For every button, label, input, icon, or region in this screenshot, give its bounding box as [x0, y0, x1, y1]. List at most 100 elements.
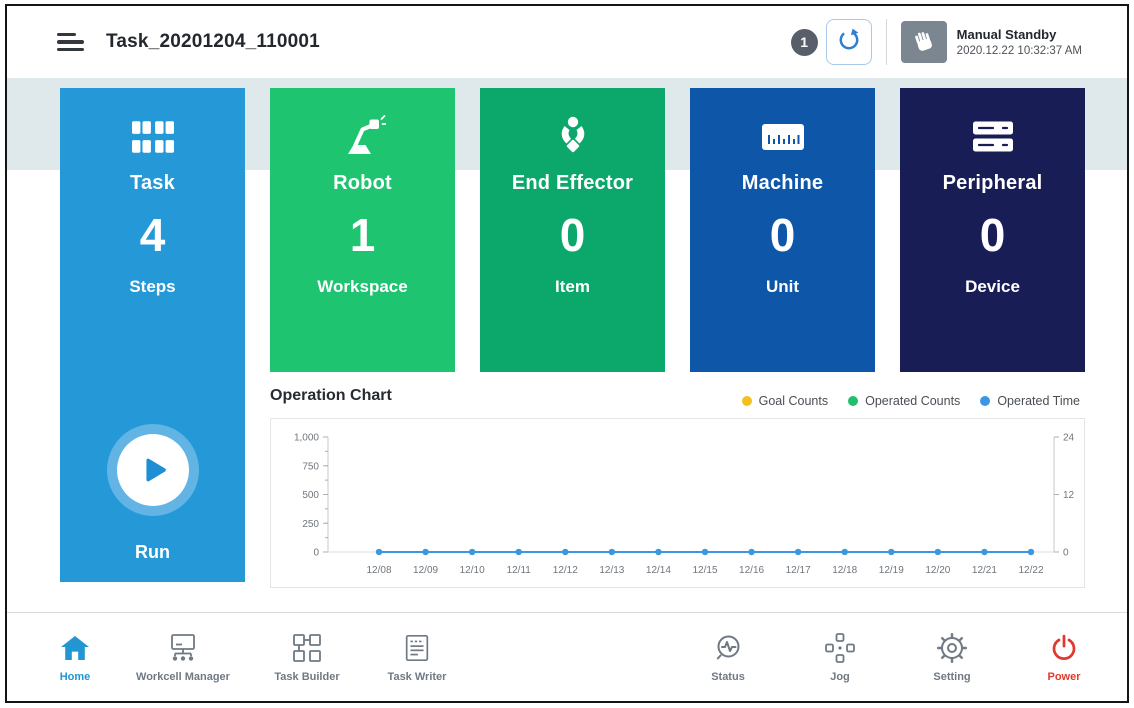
machine-card-label: Machine	[742, 172, 823, 195]
menu-icon[interactable]	[57, 33, 84, 52]
svg-text:750: 750	[302, 461, 319, 472]
legend-operated-counts: Operated Counts	[848, 394, 960, 408]
svg-text:12/11: 12/11	[507, 565, 532, 576]
svg-text:12/16: 12/16	[739, 565, 764, 576]
nav-workcell-manager[interactable]: Workcell Manager	[123, 632, 243, 683]
end-effector-card-value: 0	[560, 209, 586, 261]
svg-text:12/08: 12/08	[366, 565, 391, 576]
nav-task-builder-label: Task Builder	[274, 671, 339, 683]
nav-status[interactable]: Status	[693, 632, 763, 683]
machine-card-value: 0	[770, 209, 796, 261]
svg-text:12/10: 12/10	[460, 565, 485, 576]
task-card-value: 4	[140, 209, 166, 261]
nav-setting[interactable]: Setting	[917, 632, 987, 683]
svg-text:500: 500	[302, 490, 319, 501]
legend-operated-time: Operated Time	[980, 394, 1080, 408]
nav-workcell-manager-label: Workcell Manager	[136, 671, 230, 683]
manual-mode-button[interactable]	[901, 21, 947, 63]
nav-power[interactable]: Power	[1029, 632, 1099, 683]
chart-legend: Goal Counts Operated Counts Operated Tim…	[742, 394, 1080, 408]
gripper-icon	[551, 114, 595, 160]
end-effector-card-unit: Item	[555, 277, 590, 297]
robot-card-value: 1	[350, 209, 376, 261]
header-divider	[886, 19, 887, 65]
svg-text:12/22: 12/22	[1018, 565, 1043, 576]
operation-chart-title: Operation Chart	[270, 387, 392, 405]
peripheral-icon	[970, 114, 1016, 160]
nav-power-label: Power	[1047, 671, 1080, 683]
nav-group-left: Home Workcell Manager	[45, 632, 463, 683]
svg-text:12/09: 12/09	[413, 565, 438, 576]
power-icon	[1049, 632, 1079, 664]
robot-card-unit: Workspace	[317, 277, 407, 297]
nav-status-label: Status	[711, 671, 745, 683]
task-card-label: Task	[130, 172, 175, 195]
svg-text:250: 250	[302, 519, 319, 530]
run-button[interactable]	[117, 434, 189, 506]
card-task[interactable]: Task 4 Steps Run	[60, 88, 245, 582]
svg-text:12/19: 12/19	[879, 565, 904, 576]
run-label: Run	[60, 542, 245, 563]
task-builder-icon	[291, 632, 323, 664]
nav-task-builder[interactable]: Task Builder	[261, 632, 353, 683]
end-effector-card-label: End Effector	[512, 172, 633, 195]
svg-text:12/17: 12/17	[786, 565, 811, 576]
svg-text:0: 0	[1063, 548, 1069, 559]
play-icon	[139, 454, 171, 486]
svg-text:12/13: 12/13	[599, 565, 624, 576]
gear-icon	[936, 632, 968, 664]
card-robot[interactable]: Robot 1 Workspace	[270, 88, 455, 372]
status-timestamp: 2020.12.22 10:32:37 AM	[957, 45, 1082, 57]
robot-mode-label: Manual Standby	[957, 27, 1082, 42]
card-machine[interactable]: Machine 0 Unit	[690, 88, 875, 372]
task-card-unit: Steps	[129, 277, 175, 297]
task-title: Task_20201204_110001	[106, 31, 320, 53]
goal-counts-dot-icon	[742, 396, 752, 406]
nav-home[interactable]: Home	[45, 632, 105, 683]
header-right: 1	[791, 6, 1082, 78]
operated-counts-dot-icon	[848, 396, 858, 406]
svg-text:12/21: 12/21	[972, 565, 997, 576]
app-window: Task_20201204_110001 1	[5, 4, 1129, 703]
nav-group-right: Status Jog	[693, 632, 1099, 683]
status-icon	[712, 632, 744, 664]
svg-text:0: 0	[313, 548, 319, 559]
goal-counts-label: Goal Counts	[759, 394, 828, 408]
peripheral-card-value: 0	[980, 209, 1006, 261]
svg-text:12/20: 12/20	[925, 565, 950, 576]
loop-count-badge: 1	[791, 29, 818, 56]
operated-counts-label: Operated Counts	[865, 394, 960, 408]
svg-text:12/14: 12/14	[646, 565, 671, 576]
robot-card-label: Robot	[333, 172, 392, 195]
repeat-icon	[836, 27, 862, 58]
nav-task-writer-label: Task Writer	[388, 671, 447, 683]
nav-home-label: Home	[60, 671, 91, 683]
nav-setting-label: Setting	[933, 671, 970, 683]
nav-task-writer[interactable]: Task Writer	[371, 632, 463, 683]
nav-jog[interactable]: Jog	[805, 632, 875, 683]
robot-status: Manual Standby 2020.12.22 10:32:37 AM	[957, 27, 1082, 57]
svg-text:12/18: 12/18	[832, 565, 857, 576]
peripheral-card-label: Peripheral	[943, 172, 1043, 195]
peripheral-card-unit: Device	[965, 277, 1020, 297]
nav-jog-label: Jog	[830, 671, 850, 683]
home-icon	[60, 632, 90, 664]
legend-goal-counts: Goal Counts	[742, 394, 828, 408]
operation-chart: 02505007501,0000122412/0812/0912/1012/11…	[270, 418, 1085, 588]
svg-text:12: 12	[1063, 490, 1075, 501]
header: Task_20201204_110001 1	[7, 6, 1127, 78]
card-peripheral[interactable]: Peripheral 0 Device	[900, 88, 1085, 372]
task-writer-icon	[402, 632, 432, 664]
repeat-button[interactable]	[826, 19, 872, 65]
svg-text:12/12: 12/12	[553, 565, 578, 576]
svg-text:1,000: 1,000	[294, 433, 319, 444]
hand-icon	[907, 26, 940, 59]
operated-time-label: Operated Time	[997, 394, 1080, 408]
workcell-manager-icon	[166, 632, 200, 664]
svg-text:12/15: 12/15	[692, 565, 717, 576]
robot-arm-icon	[340, 114, 386, 160]
operated-time-dot-icon	[980, 396, 990, 406]
machine-card-unit: Unit	[766, 277, 799, 297]
jog-icon	[824, 632, 856, 664]
card-end-effector[interactable]: End Effector 0 Item	[480, 88, 665, 372]
